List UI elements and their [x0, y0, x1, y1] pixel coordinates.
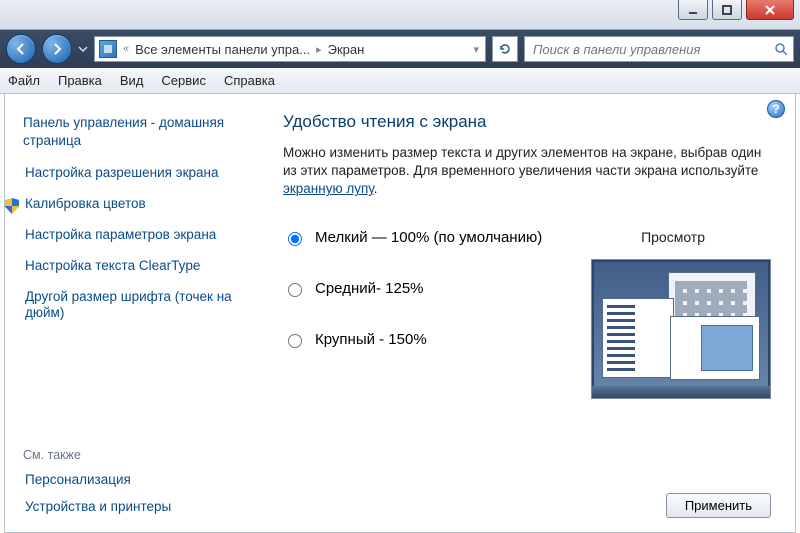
radio-medium[interactable]	[288, 283, 302, 297]
search-box[interactable]	[524, 36, 794, 62]
search-icon[interactable]	[774, 42, 787, 56]
sidebar-link-cleartype[interactable]: Настройка текста ClearType	[23, 258, 243, 275]
menu-bar: Файл Правка Вид Сервис Справка	[0, 68, 800, 94]
chevron-right-icon[interactable]: ▸	[314, 43, 324, 56]
description-end: .	[374, 181, 378, 196]
sidebar: Панель управления - домашняя страница На…	[5, 94, 255, 532]
address-dropdown-icon[interactable]: ▾	[471, 43, 481, 56]
preview-window-icon	[670, 316, 760, 380]
breadcrumb-item-2[interactable]: Экран	[328, 42, 365, 57]
menu-help[interactable]: Справка	[224, 73, 275, 88]
preview-taskbar-icon	[592, 386, 770, 398]
control-panel-icon	[99, 40, 117, 58]
menu-view[interactable]: Вид	[120, 73, 144, 88]
maximize-button[interactable]	[712, 0, 742, 20]
option-large-label: Крупный - 150%	[315, 331, 427, 348]
history-dropdown-icon[interactable]	[78, 44, 88, 54]
sidebar-link-custom-dpi[interactable]: Другой размер шрифта (точек на дюйм)	[23, 289, 243, 323]
minimize-icon	[688, 5, 698, 15]
back-button[interactable]	[6, 34, 36, 64]
forward-arrow-icon	[50, 42, 64, 56]
radio-small[interactable]	[288, 232, 302, 246]
window-titlebar	[0, 0, 800, 30]
window-body: ? Панель управления - домашняя страница …	[4, 94, 796, 533]
window-controls	[678, 0, 794, 20]
breadcrumb-prefix: «	[121, 43, 131, 55]
menu-edit[interactable]: Правка	[58, 73, 102, 88]
page-description: Можно изменить размер текста и других эл…	[283, 144, 771, 199]
back-arrow-icon	[14, 42, 28, 56]
minimize-button[interactable]	[678, 0, 708, 20]
magnifier-link[interactable]: экранную лупу	[283, 181, 374, 196]
radio-large[interactable]	[288, 334, 302, 348]
preview-window-icon	[602, 298, 674, 378]
sidebar-link-color-calibration[interactable]: Калибровка цветов	[23, 196, 243, 213]
action-row: Применить	[666, 493, 771, 518]
apply-button[interactable]: Применить	[666, 493, 771, 518]
refresh-icon	[498, 42, 512, 56]
preview-thumbnail	[591, 259, 771, 399]
refresh-button[interactable]	[492, 36, 518, 62]
sidebar-link-devices-printers[interactable]: Устройства и принтеры	[23, 499, 243, 516]
close-icon	[764, 5, 776, 15]
option-medium-label: Средний- 125%	[315, 280, 424, 297]
sidebar-link-personalization[interactable]: Персонализация	[23, 472, 243, 489]
control-panel-home-link[interactable]: Панель управления - домашняя страница	[23, 114, 243, 149]
sidebar-link-resolution[interactable]: Настройка разрешения экрана	[23, 165, 243, 182]
navigation-bar: « Все элементы панели упра... ▸ Экран ▾	[0, 30, 800, 68]
description-text: Можно изменить размер текста и других эл…	[283, 145, 761, 178]
preview-label: Просмотр	[641, 229, 705, 245]
page-heading: Удобство чтения с экрана	[283, 112, 771, 132]
menu-service[interactable]: Сервис	[161, 73, 206, 88]
address-bar[interactable]: « Все элементы панели упра... ▸ Экран ▾	[94, 36, 486, 62]
menu-file[interactable]: Файл	[8, 73, 40, 88]
breadcrumb-item-1[interactable]: Все элементы панели упра...	[135, 42, 310, 57]
close-button[interactable]	[746, 0, 794, 20]
see-also-label: См. также	[23, 448, 243, 462]
maximize-icon	[722, 5, 732, 15]
search-input[interactable]	[531, 41, 774, 58]
content-pane: Удобство чтения с экрана Можно изменить …	[255, 94, 795, 532]
forward-button[interactable]	[42, 34, 72, 64]
sidebar-link-display-settings[interactable]: Настройка параметров экрана	[23, 227, 243, 244]
option-small-label: Мелкий — 100% (по умолчанию)	[315, 229, 542, 246]
